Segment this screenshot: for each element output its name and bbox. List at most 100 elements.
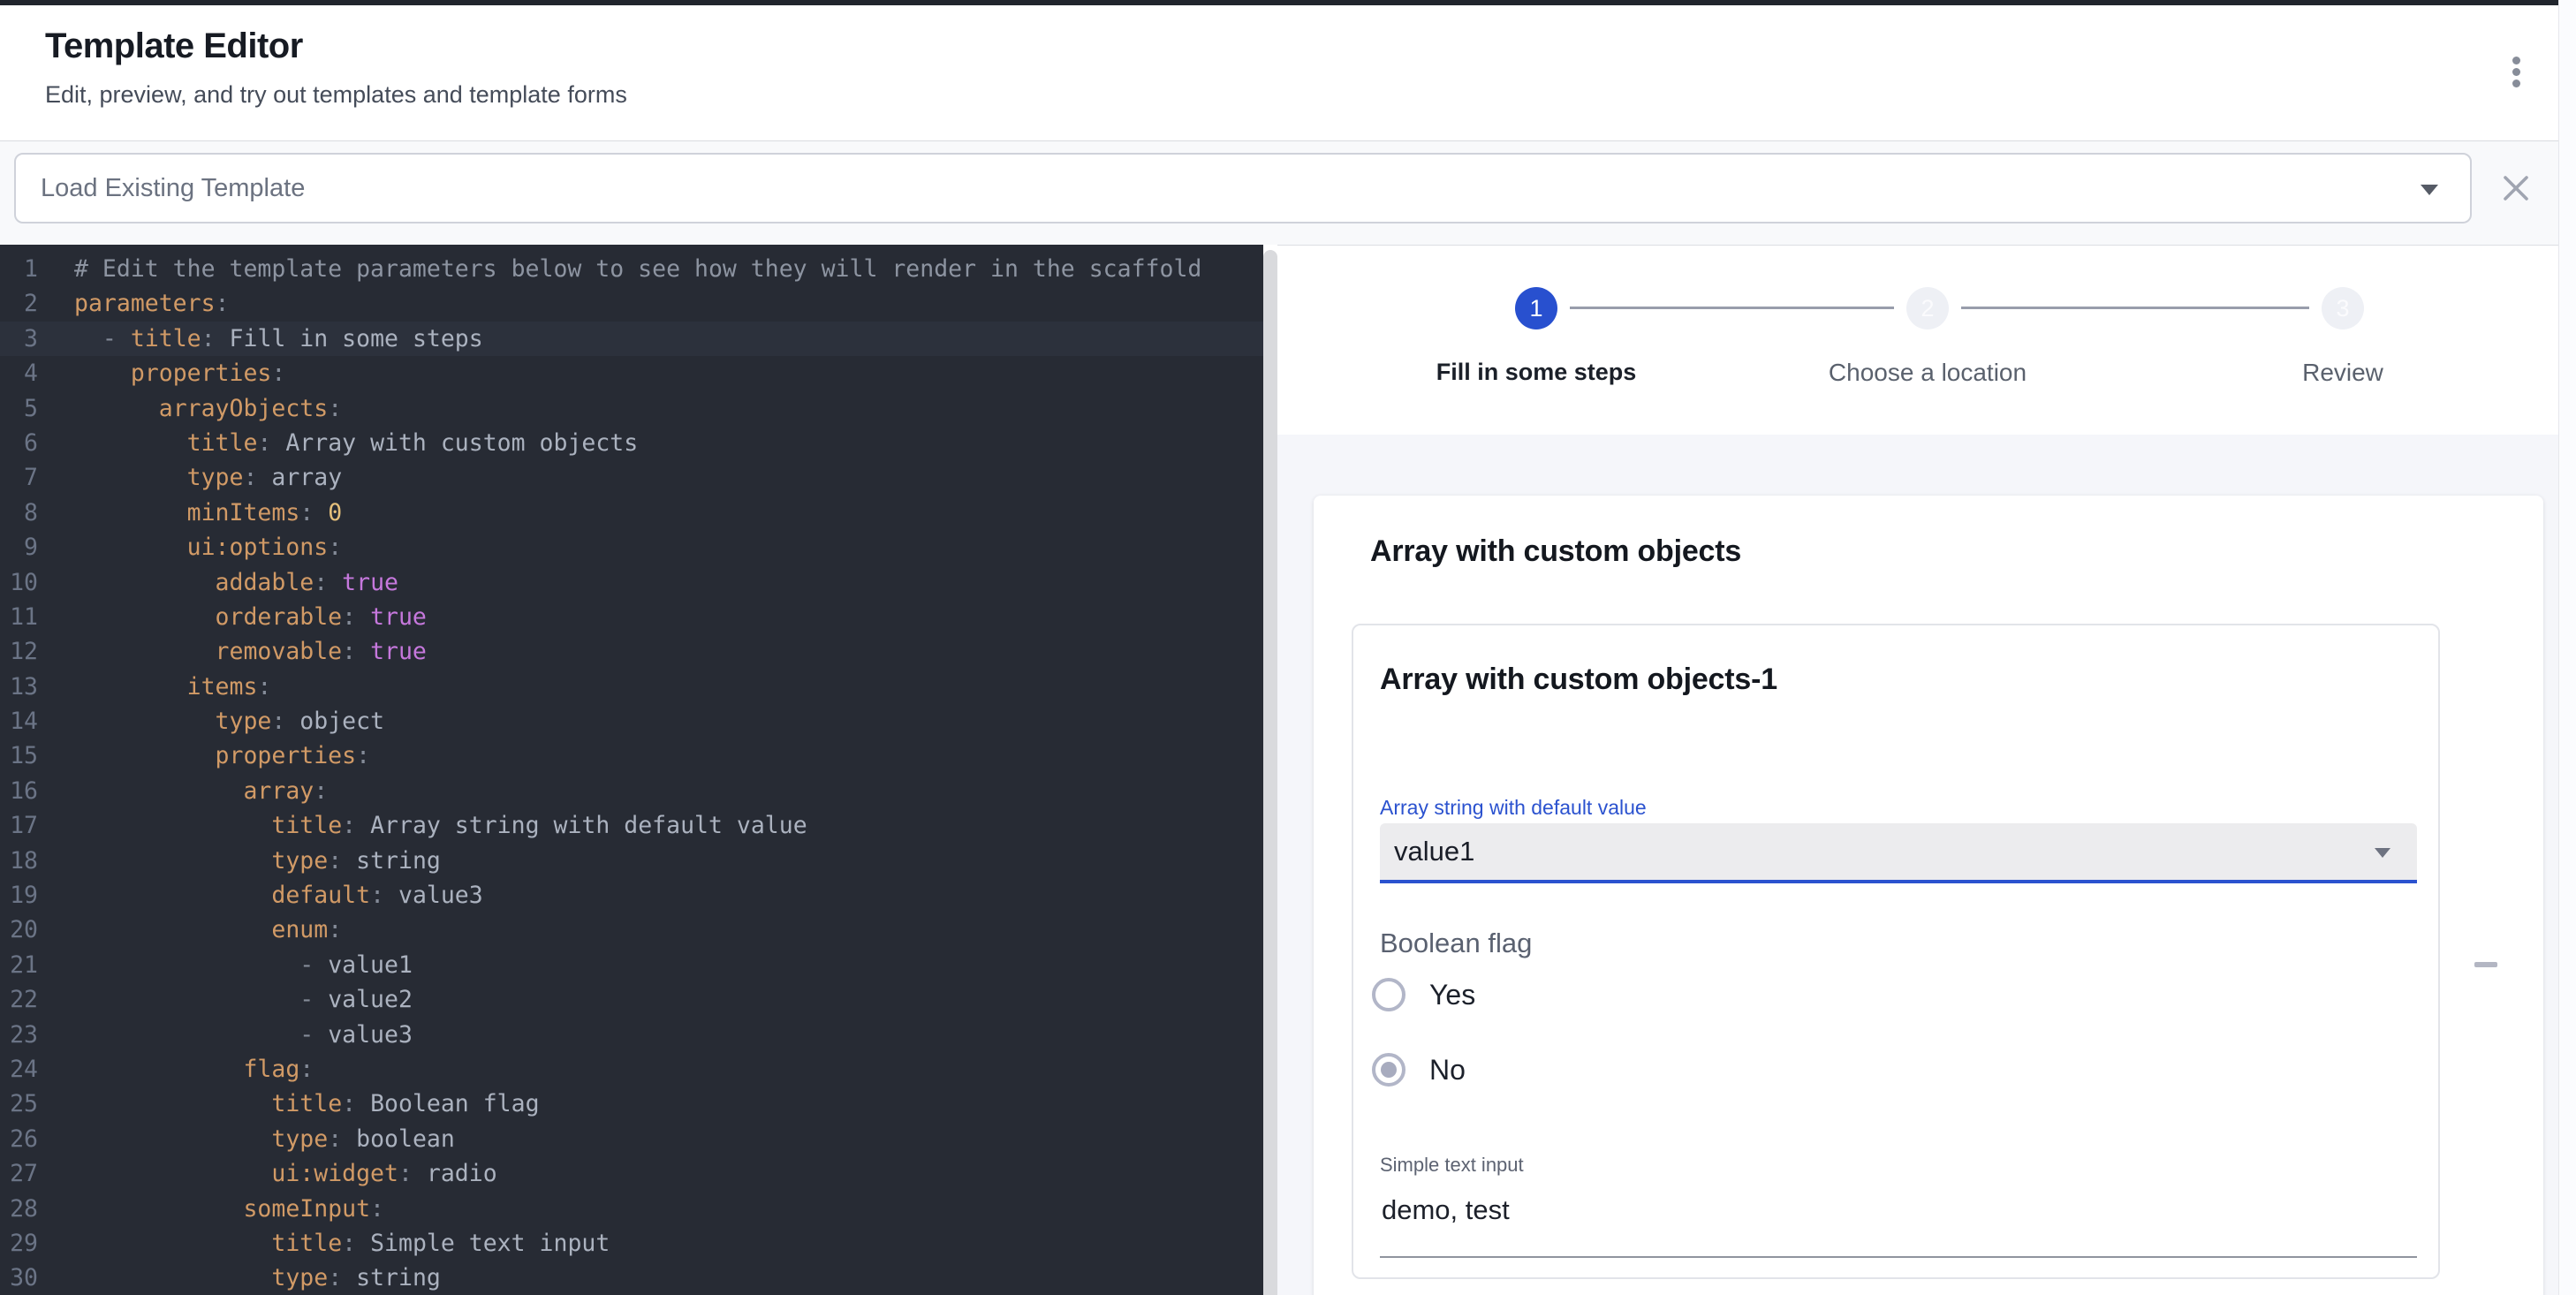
more-options-button[interactable] xyxy=(2495,50,2537,93)
radio-option-label[interactable]: No xyxy=(1429,1054,1466,1087)
array-item-card: Array with custom objects-1 Array string… xyxy=(1352,624,2440,1279)
code-line: 23 - value3 xyxy=(0,1018,1263,1052)
pane-divider-handle[interactable] xyxy=(1263,250,1277,1295)
line-number: 3 xyxy=(0,322,38,356)
code-text: - title: Fill in some steps xyxy=(74,322,483,356)
code-text: - value3 xyxy=(74,1018,413,1052)
code-line: 26 type: boolean xyxy=(0,1122,1263,1156)
load-template-bar: Load Existing Template xyxy=(0,140,2576,245)
code-text: type: string xyxy=(74,844,441,878)
code-line: 20 enum: xyxy=(0,913,1263,947)
code-text: removable: true xyxy=(74,634,427,669)
line-number: 29 xyxy=(0,1226,38,1261)
kebab-icon xyxy=(2512,57,2520,64)
line-number: 18 xyxy=(0,844,38,878)
form-section-title: Array with custom objects xyxy=(1370,534,1741,569)
code-text: type: object xyxy=(74,704,384,738)
line-number: 6 xyxy=(0,426,38,460)
line-number: 1 xyxy=(0,252,38,286)
line-number: 17 xyxy=(0,808,38,843)
close-icon xyxy=(2502,174,2530,202)
code-line: 25 title: Boolean flag xyxy=(0,1087,1263,1121)
code-text: type: string xyxy=(74,1261,441,1295)
line-number: 7 xyxy=(0,460,38,495)
code-text: ui:widget: radio xyxy=(74,1156,497,1191)
page-title: Template Editor xyxy=(45,27,303,66)
code-line: 19 default: value3 xyxy=(0,878,1263,913)
code-text: title: Simple text input xyxy=(74,1226,610,1261)
line-number: 30 xyxy=(0,1261,38,1295)
code-text: type: boolean xyxy=(74,1122,455,1156)
code-text: addable: true xyxy=(74,565,398,600)
load-select-placeholder: Load Existing Template xyxy=(41,174,305,203)
yaml-code-editor[interactable]: 1# Edit the template parameters below to… xyxy=(0,245,1263,1295)
code-text: someInput: xyxy=(74,1192,384,1226)
code-text: default: value3 xyxy=(74,878,483,913)
line-number: 12 xyxy=(0,634,38,669)
step-label-2: Choose a location xyxy=(1751,359,2104,387)
form-zone: Array with custom objects Array with cus… xyxy=(1277,435,2576,1295)
code-line: 10 addable: true xyxy=(0,565,1263,600)
radio-group-label: Boolean flag xyxy=(1380,928,1532,959)
line-number: 13 xyxy=(0,670,38,704)
code-text: flag: xyxy=(74,1052,314,1087)
radio-option-no[interactable]: No xyxy=(1372,1045,1466,1094)
line-number: 23 xyxy=(0,1018,38,1052)
code-line: 13 items: xyxy=(0,670,1263,704)
code-text: title: Array string with default value xyxy=(74,808,807,843)
line-number: 16 xyxy=(0,774,38,808)
code-line: 16 array: xyxy=(0,774,1263,808)
code-line: 6 title: Array with custom objects xyxy=(0,426,1263,460)
radio-option-yes[interactable]: Yes xyxy=(1372,970,1475,1019)
code-line: 8 minItems: 0 xyxy=(0,496,1263,530)
line-number: 27 xyxy=(0,1156,38,1191)
array-item-title: Array with custom objects-1 xyxy=(1380,663,1777,697)
stepper-connector xyxy=(1570,307,1894,309)
code-text: - value2 xyxy=(74,982,413,1017)
main-split: 1# Edit the template parameters below to… xyxy=(0,245,2576,1295)
code-line: 30 type: string xyxy=(0,1261,1263,1295)
code-line: 14 type: object xyxy=(0,704,1263,738)
code-line: 24 flag: xyxy=(0,1052,1263,1087)
code-line: 18 type: string xyxy=(0,844,1263,878)
code-line: 28 someInput: xyxy=(0,1192,1263,1226)
step-label-3: Review xyxy=(2166,359,2519,387)
code-line: 15 properties: xyxy=(0,738,1263,773)
code-line: 21 - value1 xyxy=(0,948,1263,982)
page-scrollbar[interactable] xyxy=(2558,0,2576,1295)
page-subtitle: Edit, preview, and try out templates and… xyxy=(45,81,627,109)
clear-selection-button[interactable] xyxy=(2495,167,2537,209)
line-number: 25 xyxy=(0,1087,38,1121)
code-line: 1# Edit the template parameters below to… xyxy=(0,252,1263,286)
code-line: 3 - title: Fill in some steps xyxy=(0,322,1263,356)
kebab-icon xyxy=(2512,80,2520,87)
code-text: properties: xyxy=(74,738,370,773)
radio-unchecked-icon[interactable] xyxy=(1372,978,1405,1011)
code-text: type: array xyxy=(74,460,342,495)
radio-option-label[interactable]: Yes xyxy=(1429,979,1475,1011)
remove-item-button[interactable] xyxy=(2461,940,2511,989)
code-text: minItems: 0 xyxy=(74,496,342,530)
code-text: items: xyxy=(74,670,271,704)
load-existing-template-select[interactable]: Load Existing Template xyxy=(14,153,2472,223)
code-text: enum: xyxy=(74,913,342,947)
code-line: 27 ui:widget: radio xyxy=(0,1156,1263,1191)
code-text: ui:options: xyxy=(74,530,342,564)
line-number: 8 xyxy=(0,496,38,530)
stepper: 1Fill in some steps2Choose a location3Re… xyxy=(1277,246,2576,435)
code-line: 5 arrayObjects: xyxy=(0,391,1263,426)
code-line: 17 title: Array string with default valu… xyxy=(0,808,1263,843)
code-line: 4 properties: xyxy=(0,356,1263,390)
radio-checked-icon[interactable] xyxy=(1372,1053,1405,1087)
code-text: title: Boolean flag xyxy=(74,1087,540,1121)
line-number: 10 xyxy=(0,565,38,600)
array-string-select[interactable]: value1 xyxy=(1380,823,2417,883)
code-text: parameters: xyxy=(74,286,230,321)
line-number: 15 xyxy=(0,738,38,773)
minus-icon xyxy=(2474,962,2497,967)
simple-text-input[interactable]: demo, test xyxy=(1380,1182,2417,1258)
page-header: Template Editor Edit, preview, and try o… xyxy=(0,5,2576,140)
step-circle-3: 3 xyxy=(2322,287,2364,329)
code-text: title: Array with custom objects xyxy=(74,426,638,460)
line-number: 19 xyxy=(0,878,38,913)
